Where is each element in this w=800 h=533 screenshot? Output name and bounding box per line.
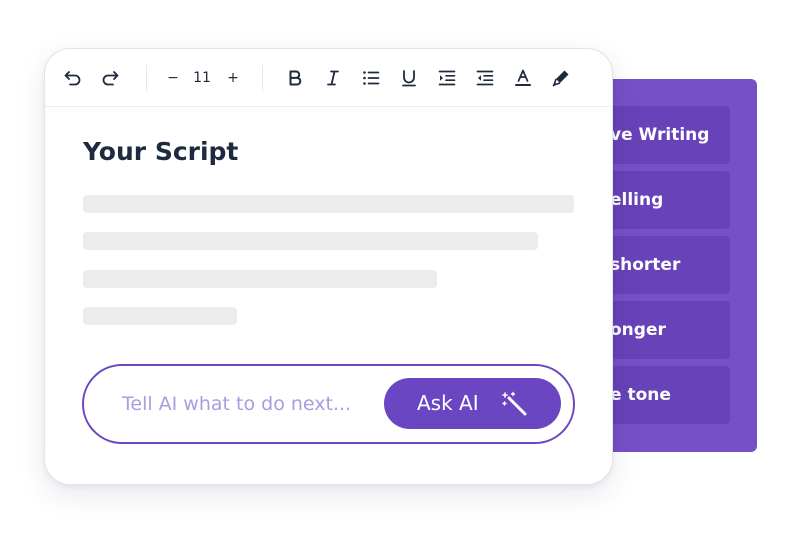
text-color-icon[interactable] [511,66,535,90]
placeholder-text-line [83,270,437,288]
formatting-toolbar: − 11 + [45,49,612,107]
toolbar-divider [146,65,147,91]
ai-prompt-input[interactable] [122,390,382,418]
highlighter-icon[interactable] [549,66,573,90]
bold-icon[interactable] [283,66,307,90]
ai-actions-panel: ve Writing elling shorter onger e tone [596,79,757,452]
placeholder-text-line [83,195,574,213]
action-improve-writing[interactable]: ve Writing [596,106,730,164]
underline-icon[interactable] [397,66,421,90]
redo-icon[interactable] [98,66,122,90]
italic-icon[interactable] [321,66,345,90]
decrease-font-size-button[interactable]: − [161,66,185,90]
document-title: Your Script [83,137,239,166]
undo-icon[interactable] [61,66,85,90]
indent-icon[interactable] [435,66,459,90]
placeholder-text-line [83,307,237,325]
font-size-value[interactable]: 11 [190,66,214,90]
action-fix-spelling[interactable]: elling [596,171,730,229]
placeholder-text-line [83,232,538,250]
bullet-list-icon[interactable] [359,66,383,90]
toolbar-divider [262,65,263,91]
magic-wand-icon [502,391,528,421]
action-change-tone[interactable]: e tone [596,366,730,424]
editor-card: − 11 + Your Script Tell AI what to do ne… [44,48,613,485]
action-make-shorter[interactable]: shorter [596,236,730,294]
increase-font-size-button[interactable]: + [221,66,245,90]
ask-ai-label: Ask AI [417,391,479,415]
outdent-icon[interactable] [473,66,497,90]
ask-ai-button[interactable]: Ask AI [384,378,561,429]
ai-prompt-bar: Ask AI [82,364,575,444]
action-make-longer[interactable]: onger [596,301,730,359]
